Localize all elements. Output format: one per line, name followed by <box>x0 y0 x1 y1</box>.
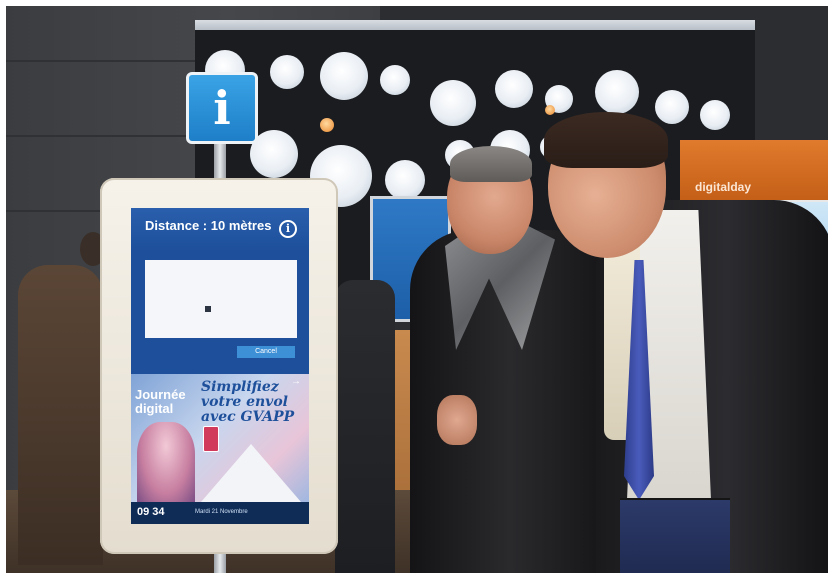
arrow-right-icon[interactable]: → <box>291 376 301 387</box>
photo-scene: digitalday i Distance : 10 mètres i Canc… <box>0 0 834 577</box>
man-dark-hair-pants <box>620 500 730 577</box>
clock-date: Mardi 21 Novembre <box>195 509 248 515</box>
loading-indicator-icon <box>205 306 211 312</box>
screen-footer: 09 34 Mardi 21 Novembre <box>131 502 309 524</box>
promo-phone-icon <box>203 426 219 452</box>
light-bubble <box>495 70 533 108</box>
promo-title-journee: Journée digital <box>135 387 186 416</box>
promo-woman-illustration <box>137 422 195 502</box>
event-sign-text: digitalday <box>695 180 752 194</box>
light-bubble <box>430 80 476 126</box>
cancel-button[interactable]: Cancel <box>237 346 295 358</box>
background-person-middle <box>335 280 395 577</box>
light-bubble <box>385 160 425 200</box>
light-bubble <box>595 70 639 114</box>
light-bubble <box>270 55 304 89</box>
man-dark-hair-hair <box>544 112 668 168</box>
promo-mountain-illustration <box>201 444 301 502</box>
man-grey-hair-hands <box>437 395 477 445</box>
light-bubble <box>700 100 730 130</box>
info-sign-icon: i <box>186 72 258 144</box>
light-bubble <box>380 65 410 95</box>
light-bubble-warm <box>320 118 334 132</box>
clock-time: 09 34 <box>137 506 165 518</box>
light-bubble <box>320 52 368 100</box>
man-grey-hair-hair <box>450 146 532 182</box>
light-bubble <box>655 90 689 124</box>
distance-label: Distance : 10 mètres <box>145 218 272 233</box>
background-person-left <box>18 265 103 565</box>
promo-banner[interactable]: Journée digital Simplifiez votre envol a… <box>131 374 309 502</box>
kiosk-touchscreen[interactable]: Distance : 10 mètres i Cancel Journée di… <box>131 208 309 524</box>
info-icon[interactable]: i <box>279 220 297 238</box>
dialog-box <box>145 260 297 338</box>
light-bubble-warm <box>545 105 555 115</box>
